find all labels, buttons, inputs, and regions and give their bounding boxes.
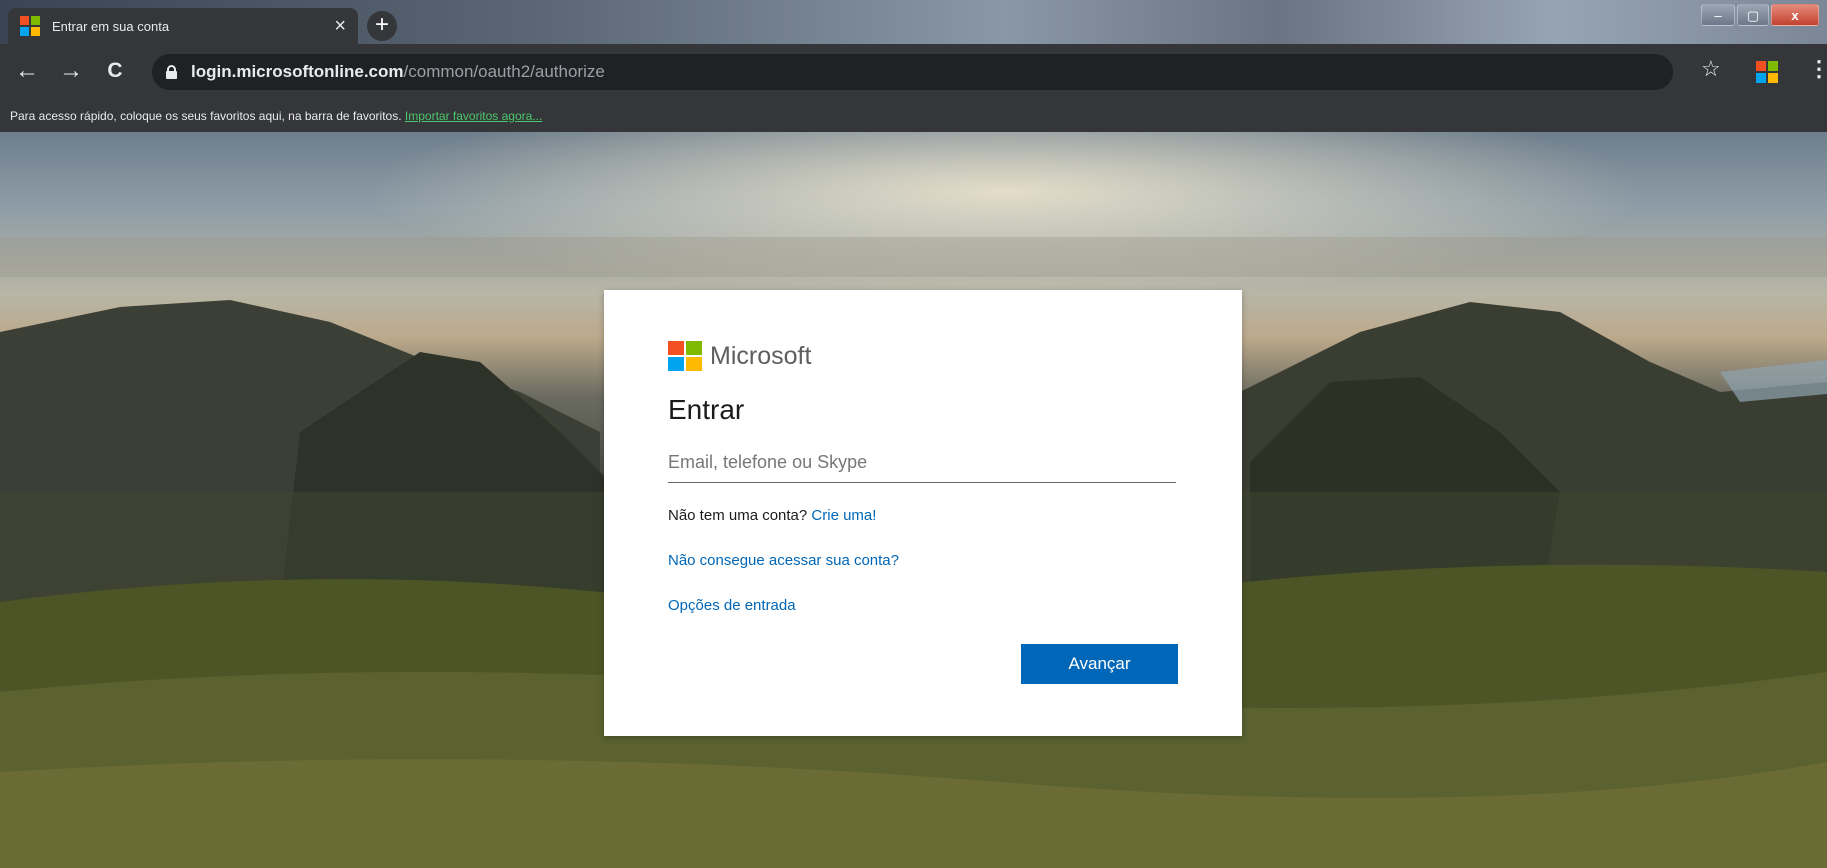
cant-access-account-link[interactable]: Não consegue acessar sua conta? (668, 552, 899, 569)
url-path: /common/oauth2/authorize (403, 62, 605, 81)
address-bar[interactable]: login.microsoftonline.com/common/oauth2/… (152, 54, 1673, 90)
back-arrow-icon[interactable]: ← (12, 56, 42, 86)
close-window-button[interactable]: x (1771, 4, 1819, 26)
microsoft-logo: Microsoft (668, 340, 1176, 372)
email-field[interactable] (668, 442, 1176, 483)
import-bookmarks-link[interactable]: Importar favoritos agora... (405, 109, 542, 123)
close-tab-icon[interactable]: × (334, 16, 346, 36)
signin-options-link[interactable]: Opções de entrada (668, 597, 796, 614)
page-title: Entrar (668, 394, 745, 425)
url-text: login.microsoftonline.com/common/oauth2/… (191, 62, 605, 82)
lock-icon (166, 65, 177, 79)
extension-icon[interactable] (1756, 61, 1778, 83)
no-account-text: Não tem uma conta? (668, 507, 808, 524)
signin-options-line: Opções de entrada (668, 597, 1176, 614)
forward-arrow-icon[interactable]: → (56, 56, 86, 86)
tab-title: Entrar em sua conta (52, 18, 170, 34)
signin-card: Microsoft Entrar Não tem uma conta? Crie… (604, 290, 1242, 736)
url-host: login.microsoftonline.com (191, 62, 404, 81)
cant-access-line: Não consegue acessar sua conta? (668, 552, 1176, 569)
browser-menu-icon[interactable]: ⋮ (1808, 56, 1827, 82)
create-account-link[interactable]: Crie uma! (811, 507, 876, 524)
reload-icon[interactable]: C (100, 56, 130, 86)
bookmarks-bar-text: Para acesso rápido, coloque os seus favo… (10, 109, 402, 123)
window-controls: – ▢ x (1701, 4, 1819, 26)
bookmarks-bar: Para acesso rápido, coloque os seus favo… (0, 100, 1827, 132)
tab-strip: Entrar em sua conta × + – ▢ x (0, 0, 1827, 44)
bookmark-star-icon[interactable]: ☆ (1701, 56, 1721, 82)
browser-toolbar: ← → C login.microsoftonline.com/common/o… (0, 44, 1827, 100)
minimize-button[interactable]: – (1701, 4, 1735, 26)
maximize-button[interactable]: ▢ (1737, 4, 1769, 26)
next-button[interactable]: Avançar (1021, 644, 1178, 684)
microsoft-logo-icon (20, 16, 40, 36)
brand-name: Microsoft (710, 341, 812, 370)
no-account-line: Não tem uma conta? Crie uma! (668, 507, 1176, 524)
microsoft-logo-icon (668, 341, 702, 371)
new-tab-button[interactable]: + (367, 11, 397, 41)
browser-tab[interactable]: Entrar em sua conta × (8, 8, 358, 44)
